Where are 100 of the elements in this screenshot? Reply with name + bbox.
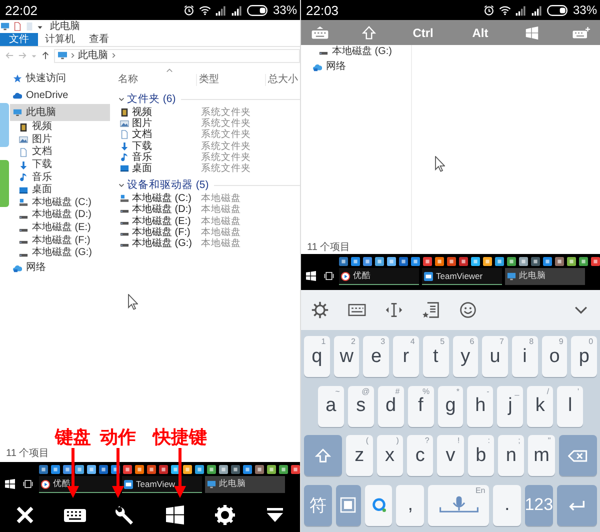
letter-key[interactable]: ? c xyxy=(406,435,434,476)
navigation-item[interactable]: 文档 xyxy=(10,146,110,159)
navigation-item[interactable]: 本地磁盘 (F:) xyxy=(10,234,110,247)
file-item[interactable]: 文档 xyxy=(118,129,198,140)
letter-key[interactable]: ' l xyxy=(557,386,584,427)
letter-key[interactable]: / k xyxy=(527,386,554,427)
clipboard-icon[interactable] xyxy=(422,301,440,319)
letter-key[interactable]: % f xyxy=(408,386,434,427)
letter-key[interactable]: ; n xyxy=(498,435,524,476)
letter-key[interactable]: ( z xyxy=(346,435,373,476)
taskbar-task[interactable]: TeamViewer xyxy=(422,268,502,285)
windows-logo-icon[interactable] xyxy=(164,505,186,525)
up-arrow-icon[interactable] xyxy=(41,51,50,60)
letter-key[interactable]: 9 o xyxy=(542,336,568,378)
address-bar[interactable]: 此电脑 xyxy=(54,48,300,62)
letter-key[interactable]: 0 p xyxy=(571,336,598,378)
settings-icon[interactable] xyxy=(311,301,329,319)
letter-key[interactable]: 4 r xyxy=(393,336,419,378)
letter-key[interactable]: # d xyxy=(378,386,404,427)
letter-key[interactable]: 8 i xyxy=(512,336,538,378)
taskbar-task[interactable]: TeamView xyxy=(122,476,202,493)
taskbar-task[interactable]: 此电脑 xyxy=(205,476,285,493)
navigation-item[interactable]: 本地磁盘 (G:) xyxy=(301,45,411,58)
desktop-icon xyxy=(120,164,129,174)
letter-key[interactable]: . xyxy=(493,484,522,526)
network-icon xyxy=(13,264,22,273)
letter-key[interactable]: " m xyxy=(528,435,555,476)
backspace-key[interactable] xyxy=(558,435,597,476)
navigation-item[interactable]: 下载 xyxy=(10,158,110,172)
navigation-item[interactable]: 本地磁盘 (D:) xyxy=(10,209,110,222)
chevron-right-icon[interactable] xyxy=(111,52,116,59)
chevron-down-icon[interactable] xyxy=(118,96,125,102)
cloud-icon xyxy=(13,91,22,100)
task-view-icon[interactable] xyxy=(324,271,334,281)
ribbon-tab[interactable]: 文件 xyxy=(0,33,38,46)
wrench-icon[interactable] xyxy=(114,505,136,525)
column-header[interactable]: 类型 xyxy=(196,74,265,86)
navigation-item[interactable]: 视频 xyxy=(10,121,110,134)
file-item[interactable]: 图片 xyxy=(118,118,198,130)
network-icon xyxy=(313,62,322,72)
letter-key[interactable]: , xyxy=(396,484,424,526)
letter-key[interactable]: 1 q xyxy=(304,336,330,378)
letter-key[interactable]: 5 t xyxy=(422,336,449,378)
taskbar-task[interactable]: 优酷 xyxy=(339,268,419,285)
navigation-item[interactable]: 音乐 xyxy=(10,171,110,184)
letter-key[interactable]: : b xyxy=(468,435,494,476)
navigation-item[interactable]: 本地磁盘 (G:) xyxy=(10,246,110,260)
file-item[interactable]: 本地磁盘 (F:) xyxy=(118,226,198,238)
letter-key[interactable]: _ j xyxy=(497,386,524,427)
letter-key[interactable]: ) x xyxy=(376,435,403,476)
navigation-item[interactable]: 网络 xyxy=(301,58,411,76)
dropdown-caret-icon[interactable] xyxy=(37,24,43,30)
navigation-item[interactable]: OneDrive xyxy=(10,87,110,104)
letter-key[interactable]: 6 y xyxy=(452,336,478,378)
letter-key[interactable]: 2 w xyxy=(334,336,360,378)
play-logo-icon xyxy=(341,272,350,280)
smiley-icon[interactable] xyxy=(459,301,477,319)
file-item[interactable]: 本地磁盘 (D:) xyxy=(118,204,198,216)
letter-key[interactable]: ~ a xyxy=(318,386,344,427)
letter-key[interactable]: * g xyxy=(438,386,464,427)
task-view-icon[interactable] xyxy=(23,479,33,489)
ribbon-tab[interactable]: 查看 xyxy=(82,33,116,46)
logo-key[interactable] xyxy=(364,484,392,526)
input-mode-key[interactable] xyxy=(336,484,361,526)
keyboard-plus-icon[interactable] xyxy=(572,26,590,40)
shift-key[interactable] xyxy=(304,435,342,476)
shift-arrow-icon[interactable] xyxy=(360,26,378,40)
letter-key[interactable]: - h xyxy=(467,386,494,427)
letter-key[interactable]: 3 e xyxy=(363,336,390,378)
item-type: 本地磁盘 xyxy=(200,193,241,204)
navigation-item[interactable]: 本地磁盘 (E:) xyxy=(10,222,110,234)
letter-key[interactable]: ! v xyxy=(437,435,464,476)
keyboard-icon[interactable] xyxy=(348,301,366,319)
column-header[interactable]: 名称 xyxy=(118,74,196,86)
chevron-down-icon[interactable] xyxy=(118,182,125,189)
file-item[interactable]: 下载 xyxy=(118,140,198,152)
taskbar-task[interactable]: 此电脑 xyxy=(505,268,585,285)
address-path[interactable]: 此电脑 xyxy=(78,50,108,62)
letter-key[interactable]: @ s xyxy=(348,386,374,427)
windows-start-icon[interactable] xyxy=(306,271,316,281)
letter-key[interactable]: 7 u xyxy=(482,336,508,378)
navigation-item[interactable]: 网络 xyxy=(10,260,110,277)
navigation-item[interactable]: 图片 xyxy=(10,134,110,146)
enter-key[interactable] xyxy=(556,484,597,526)
file-item[interactable]: 视频 xyxy=(118,107,198,118)
text-cursor-icon[interactable] xyxy=(385,301,403,319)
file-item[interactable]: 本地磁盘 (C:) xyxy=(118,193,198,204)
navigation-item[interactable]: 本地磁盘 (C:) xyxy=(10,196,110,210)
monitor-icon xyxy=(207,480,216,488)
file-item[interactable]: 桌面 xyxy=(118,163,198,174)
file-item[interactable]: 本地磁盘 (E:) xyxy=(118,216,198,227)
column-header[interactable]: 总大小 xyxy=(265,74,298,86)
navigation-item[interactable]: 此电脑 xyxy=(10,104,110,121)
file-item[interactable]: 本地磁盘 (G:) xyxy=(118,238,198,249)
navigation-item[interactable]: 桌面 xyxy=(10,184,110,197)
ribbon-tab[interactable]: 计算机 xyxy=(38,33,82,46)
navigation-item[interactable]: 快速访问 xyxy=(10,70,110,87)
file-item[interactable]: 音乐 xyxy=(118,152,198,163)
windows-start-icon[interactable] xyxy=(5,479,15,489)
close-icon[interactable] xyxy=(14,505,36,525)
